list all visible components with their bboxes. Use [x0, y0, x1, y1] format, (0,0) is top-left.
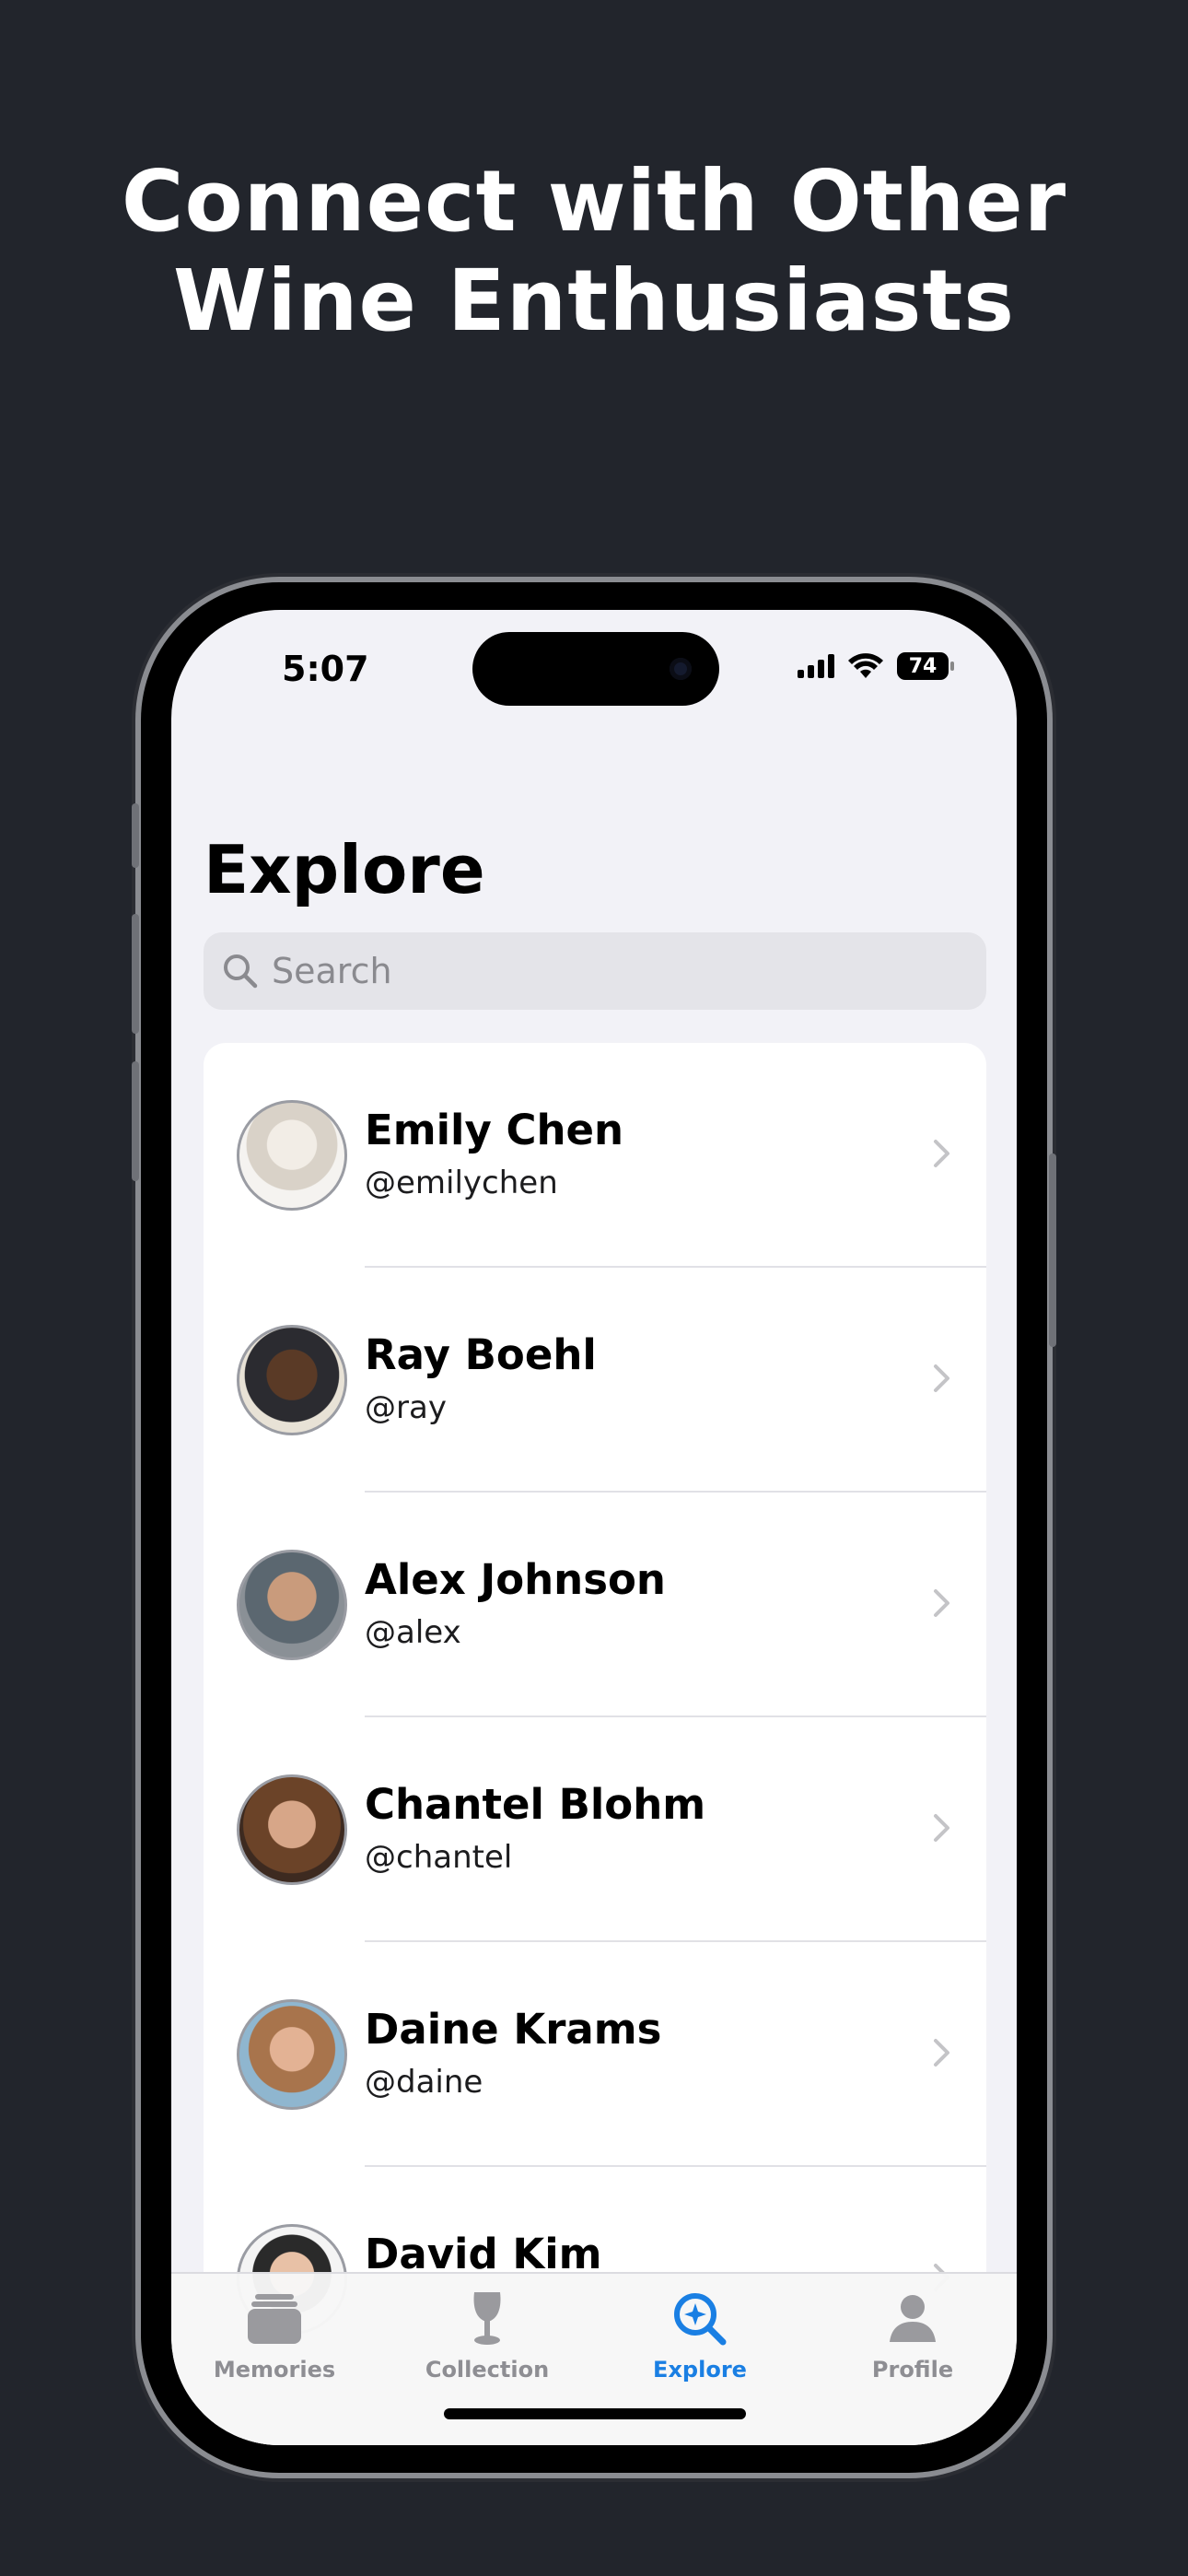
avatar: [237, 1999, 347, 2110]
mute-switch: [132, 803, 139, 868]
status-icons: 74: [798, 652, 954, 680]
user-name: Chantel Blohm: [365, 1780, 706, 1829]
search-icon: [224, 954, 258, 989]
list-item[interactable]: Chantel Blohm @chantel: [204, 1717, 986, 1942]
user-name: Daine Krams: [365, 2005, 662, 2054]
user-handle: @ray: [365, 1389, 447, 1426]
list-item[interactable]: Emily Chen @emilychen: [204, 1043, 986, 1268]
user-name: Emily Chen: [365, 1106, 624, 1154]
tab-collection[interactable]: Collection: [395, 2287, 579, 2383]
home-indicator: [444, 2408, 746, 2419]
volume-down-button: [132, 1061, 139, 1181]
user-handle: @chantel: [365, 1839, 513, 1876]
avatar: [237, 1774, 347, 1885]
wifi-icon: [848, 653, 883, 678]
dynamic-island: [472, 632, 719, 706]
list-item[interactable]: Daine Krams @daine: [204, 1942, 986, 2167]
tab-profile[interactable]: Profile: [821, 2287, 1005, 2383]
power-button: [1049, 1153, 1056, 1347]
chevron-right-icon: [934, 1814, 949, 1842]
user-handle: @daine: [365, 2064, 483, 2101]
tab-label: Explore: [653, 2357, 747, 2383]
search-bar[interactable]: [204, 932, 986, 1010]
chevron-right-icon: [934, 1589, 949, 1617]
app-screen: 5:07 74 Explore Emily Chen: [171, 610, 1017, 2445]
volume-up-button: [132, 914, 139, 1034]
user-name: Ray Boehl: [365, 1330, 597, 1379]
user-handle: @emilychen: [365, 1165, 558, 1201]
wine-glass-icon: [473, 2292, 501, 2345]
chevron-right-icon: [934, 1364, 949, 1392]
search-input[interactable]: [272, 951, 916, 991]
user-name: Alex Johnson: [365, 1555, 666, 1604]
page-title: Explore: [204, 831, 485, 908]
avatar: [237, 1100, 347, 1211]
avatar: [237, 1550, 347, 1660]
memories-icon: [248, 2294, 301, 2344]
phone-frame: 5:07 74 Explore Emily Chen: [132, 582, 1056, 2473]
tab-memories[interactable]: Memories: [182, 2287, 367, 2383]
cellular-signal-icon: [798, 654, 834, 678]
headline-line-1: Connect with Other: [121, 152, 1067, 251]
chevron-right-icon: [934, 1140, 949, 1167]
status-time: 5:07: [282, 649, 369, 689]
user-handle: @alex: [365, 1614, 461, 1651]
list-item[interactable]: Ray Boehl @ray: [204, 1268, 986, 1493]
person-icon: [890, 2295, 936, 2342]
list-item[interactable]: Alex Johnson @alex: [204, 1493, 986, 1717]
tab-explore[interactable]: Explore: [608, 2287, 792, 2383]
avatar: [237, 1325, 347, 1435]
tab-label: Memories: [213, 2357, 336, 2383]
chevron-right-icon: [934, 2039, 949, 2067]
headline-line-2: Wine Enthusiasts: [172, 252, 1016, 350]
marketing-headline: Connect with Other Wine Enthusiasts: [0, 152, 1188, 351]
camera-icon: [670, 658, 692, 680]
tab-label: Profile: [871, 2357, 954, 2383]
tab-label: Collection: [425, 2357, 550, 2383]
explore-icon: [674, 2293, 727, 2346]
user-list: Emily Chen @emilychen Ray Boehl @ray Ale…: [204, 1043, 986, 2445]
battery-icon: 74: [897, 652, 954, 680]
